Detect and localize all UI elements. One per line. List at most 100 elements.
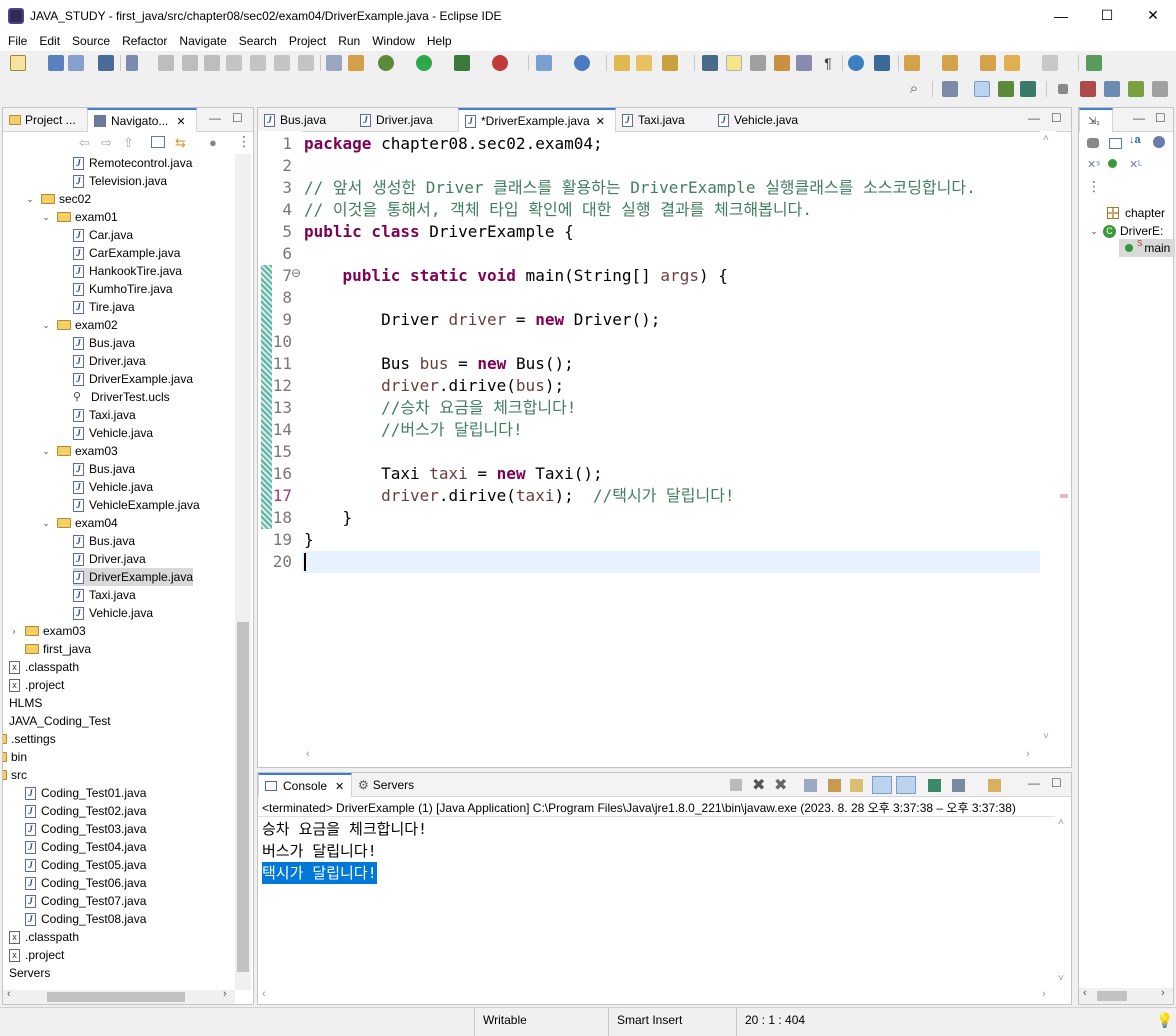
tree-item[interactable]: x .project [9,676,64,694]
link-with-editor-icon[interactable]: ⇆ [175,135,186,151]
chevron-down-icon[interactable]: ⌄ [1089,226,1099,237]
tree-item[interactable]: J Bus.java [73,334,135,352]
previous-annotation-icon[interactable] [942,55,958,71]
skip-breakpoints-icon[interactable] [126,55,138,71]
task-list-icon[interactable] [1104,81,1120,97]
resume-icon[interactable] [158,55,174,71]
tree-item[interactable]: J Coding_Test05.java [25,856,146,874]
hide-static-icon[interactable]: ✕ˢ [1087,158,1100,171]
open-console-icon[interactable] [1086,55,1102,71]
tree-item[interactable]: J Vehicle.java [73,478,153,496]
tree-item[interactable]: HLMS [9,694,42,712]
scroll-right-icon[interactable]: › [1026,748,1030,760]
chevron-down-icon[interactable]: ⌄ [41,442,51,460]
pilcrow-icon[interactable]: ¶ [820,55,836,71]
tree-item[interactable]: J Coding_Test08.java [25,910,146,928]
fold-collapse-icon[interactable]: ⊖ [291,266,301,280]
console-vertical-scrollbar[interactable]: ˄ ˅ [1055,817,1071,989]
tree-item[interactable]: › exam03 [9,622,86,640]
menu-file[interactable]: File [2,34,33,48]
tree-item[interactable]: J Coding_Test03.java [25,820,146,838]
menu-help[interactable]: Help [421,34,458,48]
tree-item[interactable]: J DriverExample.java [73,370,193,388]
open-perspective-icon[interactable] [942,81,958,97]
editor-horizontal-scrollbar[interactable]: ‹ › [302,747,1040,765]
minimize-view-icon[interactable]: — [1028,111,1040,125]
new-java-package-icon[interactable] [536,55,552,71]
menu-run[interactable]: Run [332,34,366,48]
block-selection-icon[interactable] [774,55,790,71]
search-toolbar-icon[interactable] [662,55,678,71]
console-horizontal-scrollbar[interactable]: ‹ › [258,988,1055,1004]
tree-item[interactable]: J Bus.java [73,532,135,550]
toggle-word-wrap-icon[interactable] [750,55,766,71]
tree-item[interactable]: ⌄ exam03 [41,442,117,460]
maximize-view-icon[interactable]: ☐ [232,111,243,125]
chevron-down-icon[interactable]: ⌄ [41,208,51,226]
pin-console-icon[interactable] [928,779,941,792]
tab-driverexample-java[interactable]: J *DriverExample.java ✕ [458,108,616,132]
tree-hscroll-thumb[interactable] [47,992,185,1002]
scroll-up-icon[interactable]: ˄ [1043,133,1049,144]
tree-item[interactable]: J Coding_Test02.java [25,802,146,820]
scroll-lock-icon[interactable] [828,779,841,792]
library-icon[interactable] [1128,81,1144,97]
show-whitespace-icon[interactable] [796,55,812,71]
tree-item[interactable]: J Taxi.java [73,586,136,604]
scroll-down-icon[interactable]: ˅ [1043,731,1049,742]
scroll-up-icon[interactable]: ˄ [1058,817,1064,828]
tree-item[interactable]: J Taxi.java [73,406,136,424]
menu-search[interactable]: Search [233,34,283,48]
maximize-view-icon[interactable]: ☐ [1051,776,1062,790]
tree-item[interactable]: J Car.java [73,226,133,244]
debug-perspective-icon[interactable] [998,81,1014,97]
tree-item[interactable]: ⌄ exam04 [41,514,117,532]
tree-item[interactable]: ⌄ exam01 [41,208,117,226]
open-console-icon[interactable] [988,779,1001,792]
open-type-icon[interactable] [614,55,630,71]
close-icon[interactable]: ✕ [596,115,605,128]
scroll-right-icon[interactable]: › [1161,987,1165,999]
tree-item[interactable]: .settings [3,730,56,748]
chevron-right-icon[interactable]: › [9,622,19,640]
menu-refactor[interactable]: Refactor [116,34,173,48]
hide-nonpublic-icon[interactable] [1108,159,1117,168]
tree-item[interactable]: x .classpath [9,928,79,946]
scroll-left-icon[interactable]: ‹ [306,748,310,760]
minimize-view-icon[interactable]: — [209,111,221,125]
new-icon[interactable] [10,55,26,71]
toggle-mark-occurrences-icon[interactable] [702,55,718,71]
search-icon[interactable]: ⌕ [906,81,922,97]
collapse-all-icon[interactable] [1109,138,1122,149]
remove-launch-icon[interactable]: ✖ [752,775,765,795]
tab-project-explorer[interactable]: Project ... [3,108,85,132]
tree-vertical-scrollbar[interactable] [235,154,251,990]
run-icon[interactable] [416,55,432,71]
outline-view-icon[interactable] [1080,81,1096,97]
editor-vertical-scrollbar[interactable]: ˄ ˅ [1040,131,1056,747]
filter-icon[interactable]: ● [209,135,217,150]
remove-all-terminated-icon[interactable]: ✖ [774,775,787,795]
outline-item-class[interactable]: ⌄ C DriverE: [1089,222,1163,240]
tab-bus-java[interactable]: J Bus.java [258,108,354,132]
step-over-icon[interactable] [274,55,290,71]
tree-item[interactable]: J Vehicle.java [73,424,153,442]
last-edit-location-icon[interactable] [980,55,996,71]
console-output[interactable]: 승차 요금을 체크합니다! 버스가 달립니다! 택시가 달립니다! [262,818,427,884]
tree-item[interactable]: J Bus.java [73,460,135,478]
scroll-right-icon[interactable]: › [1042,988,1046,1000]
display-selected-console-icon[interactable] [952,779,965,792]
tree-item[interactable]: bin [3,748,27,766]
close-button[interactable]: ✕ [1130,0,1176,31]
back-icon[interactable] [1004,55,1020,71]
tree-scroll-thumb[interactable] [237,622,249,972]
tip-bulb-icon[interactable]: 💡 [1156,1012,1173,1029]
tree-item[interactable]: J Tire.java [73,298,135,316]
tree-item[interactable]: J Television.java [73,172,167,190]
coverage-icon[interactable] [454,55,470,71]
javaee-perspective-icon[interactable] [1020,81,1036,97]
minimize-button[interactable]: — [1038,0,1084,31]
save-icon[interactable] [48,55,64,71]
pin-icon[interactable] [874,55,890,71]
next-annotation-icon[interactable] [904,55,920,71]
